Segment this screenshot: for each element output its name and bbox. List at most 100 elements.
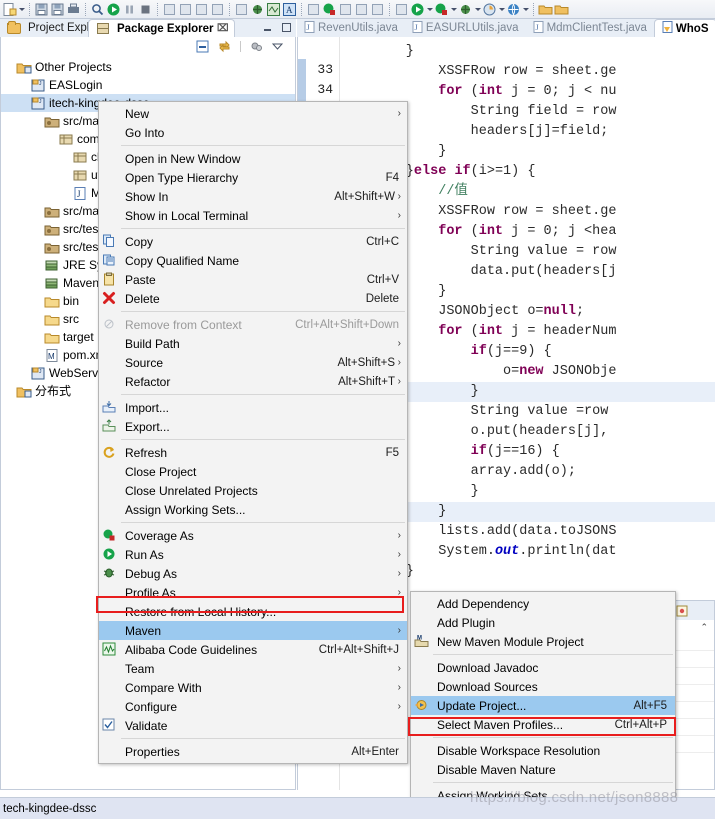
next-annotation-icon[interactable] xyxy=(354,2,369,17)
open-folder2-icon[interactable] xyxy=(554,2,569,17)
step-into-icon[interactable] xyxy=(178,2,193,17)
menu-item-configure[interactable]: Configure › xyxy=(99,697,407,716)
project-context-menu[interactable]: New › Go Into Open in New Window Open Type H… xyxy=(98,101,408,764)
menu-item-show-in[interactable]: Show In Alt+Shift+W › xyxy=(99,187,407,206)
menu-item-copy-qualified-name[interactable]: Copy Qualified Name xyxy=(99,251,407,270)
menu-item-refresh[interactable]: Refresh F5 xyxy=(99,443,407,462)
profile-dropdown[interactable] xyxy=(498,2,505,17)
chevron-up-icon[interactable]: ⌃ xyxy=(700,622,708,633)
menu-item-disable-workspace-resolution[interactable]: Disable Workspace Resolution xyxy=(411,741,675,760)
menu-item-source[interactable]: Source Alt+Shift+S › xyxy=(99,353,407,372)
editor-tab-easurlutils-java[interactable]: J EASURLUtils.java xyxy=(405,19,526,37)
svg-text:J: J xyxy=(414,23,417,32)
print-icon[interactable] xyxy=(66,2,81,17)
menu-item-maven[interactable]: Maven › xyxy=(99,621,407,640)
focus-on-active-task-icon[interactable] xyxy=(250,40,263,53)
collapse-all-icon[interactable] xyxy=(196,40,209,53)
open-type-icon[interactable]: A xyxy=(282,2,297,17)
editor-tab-mdmclienttest-java[interactable]: J MdmClientTest.java xyxy=(526,19,654,37)
step-over-icon[interactable] xyxy=(194,2,209,17)
menu-item-coverage-as[interactable]: Coverage As › xyxy=(99,526,407,545)
run-last-icon[interactable] xyxy=(106,2,121,17)
tab-package-explorer[interactable]: Package Explorer ⌧ xyxy=(88,19,235,37)
search-icon[interactable] xyxy=(90,2,105,17)
save-all-icon[interactable] xyxy=(50,2,65,17)
debug-dropdown[interactable] xyxy=(474,2,481,17)
previous-annotation-icon[interactable] xyxy=(370,2,385,17)
menu-item-go-into[interactable]: Go Into xyxy=(99,123,407,142)
menu-item-download-sources[interactable]: Download Sources xyxy=(411,677,675,696)
toggle-mark-icon[interactable] xyxy=(394,2,409,17)
menu-item-alibaba-code-guidelines[interactable]: Alibaba Code Guidelines Ctrl+Alt+Shift+J xyxy=(99,640,407,659)
save-icon[interactable] xyxy=(34,2,49,17)
menu-item-open-type-hierarchy[interactable]: Open Type Hierarchy F4 xyxy=(99,168,407,187)
profile-icon[interactable] xyxy=(482,2,497,17)
menu-item-disable-maven-nature[interactable]: Disable Maven Nature xyxy=(411,760,675,779)
coverage-dropdown[interactable] xyxy=(450,2,457,17)
menu-item-download-javadoc[interactable]: Download Javadoc xyxy=(411,658,675,677)
menu-item-close-unrelated-projects[interactable]: Close Unrelated Projects xyxy=(99,481,407,500)
menu-item-label: Remove from Context xyxy=(125,317,242,332)
menu-item-label: Validate xyxy=(125,718,168,733)
menu-item-update-project[interactable]: Update Project... Alt+F5 xyxy=(411,696,675,715)
stop-icon[interactable] xyxy=(138,2,153,17)
coverage-run-icon[interactable] xyxy=(322,2,337,17)
menu-item-close-project[interactable]: Close Project xyxy=(99,462,407,481)
pause-icon[interactable] xyxy=(122,2,137,17)
menu-item-compare-with[interactable]: Compare With › xyxy=(99,678,407,697)
menu-item-import[interactable]: Import... xyxy=(99,398,407,417)
new-wizard-dropdown[interactable] xyxy=(18,2,25,17)
menu-item-assign-working-sets[interactable]: Assign Working Sets... xyxy=(99,500,407,519)
menu-item-add-dependency[interactable]: Add Dependency xyxy=(411,594,675,613)
open-task-icon[interactable] xyxy=(266,2,281,17)
svg-text:A: A xyxy=(286,5,293,15)
maximize-icon[interactable] xyxy=(281,22,292,33)
menu-item-copy[interactable]: Copy Ctrl+C xyxy=(99,232,407,251)
menu-item-new-maven-module-project[interactable]: M New Maven Module Project xyxy=(411,632,675,651)
open-folder-icon[interactable] xyxy=(538,2,553,17)
close-icon[interactable]: ⌧ xyxy=(217,23,229,34)
view-menu-chevron-icon[interactable] xyxy=(272,41,283,52)
menu-item-export[interactable]: Export... xyxy=(99,417,407,436)
relaunch-icon[interactable] xyxy=(234,2,249,17)
menu-item-restore-from-local-history[interactable]: Restore from Local History... xyxy=(99,602,407,621)
menu-item-select-maven-profiles[interactable]: Select Maven Profiles... Ctrl+Alt+P xyxy=(411,715,675,734)
tree-item-other-projects[interactable]: Other Projects xyxy=(1,58,295,76)
new-wizard-icon[interactable] xyxy=(2,2,17,17)
menu-item-paste[interactable]: Paste Ctrl+V xyxy=(99,270,407,289)
run-dropdown[interactable] xyxy=(426,2,433,17)
menu-item-open-in-new-window[interactable]: Open in New Window xyxy=(99,149,407,168)
menu-item-profile-as[interactable]: Profile As › xyxy=(99,583,407,602)
menu-item-debug-as[interactable]: Debug As › xyxy=(99,564,407,583)
maven-submenu[interactable]: Add Dependency Add Plugin M New Maven Modul… xyxy=(410,591,676,808)
editor-tab-label: EASURLUtils.java xyxy=(425,22,519,34)
coverage-icon[interactable] xyxy=(434,2,449,17)
menu-item-show-in-local-terminal[interactable]: Show in Local Terminal › xyxy=(99,206,407,225)
menu-item-properties[interactable]: Properties Alt+Enter xyxy=(99,742,407,761)
tree-item-easlogin[interactable]: J EASLogin xyxy=(1,76,295,94)
server-icon[interactable] xyxy=(506,2,521,17)
debug-last-icon[interactable] xyxy=(250,2,265,17)
menu-item-run-as[interactable]: Run As › xyxy=(99,545,407,564)
export-icon xyxy=(102,418,121,435)
editor-tab-whos[interactable]: WhoS xyxy=(653,19,715,37)
link-with-editor-icon[interactable] xyxy=(218,40,231,53)
menu-item-new[interactable]: New › xyxy=(99,104,407,123)
run-icon[interactable] xyxy=(410,2,425,17)
menu-item-delete[interactable]: Delete Delete xyxy=(99,289,407,308)
menu-item-add-plugin[interactable]: Add Plugin xyxy=(411,613,675,632)
step-return-icon[interactable] xyxy=(210,2,225,17)
submenu-arrow-icon: › xyxy=(397,530,401,541)
menu-item-label: Show in Local Terminal xyxy=(125,208,249,223)
menu-item-refactor[interactable]: Refactor Alt+Shift+T › xyxy=(99,372,407,391)
menu-item-validate[interactable]: Validate xyxy=(99,716,407,735)
minimize-icon[interactable] xyxy=(262,22,273,33)
debug-icon[interactable] xyxy=(458,2,473,17)
menu-item-team[interactable]: Team › xyxy=(99,659,407,678)
skip-breakpoints-icon[interactable] xyxy=(162,2,177,17)
menu-item-build-path[interactable]: Build Path › xyxy=(99,334,407,353)
external-tools-icon[interactable] xyxy=(338,2,353,17)
search-ref-icon[interactable] xyxy=(306,2,321,17)
server-dropdown[interactable] xyxy=(522,2,529,17)
editor-tab-revenutils-java[interactable]: J RevenUtils.java xyxy=(297,19,405,37)
